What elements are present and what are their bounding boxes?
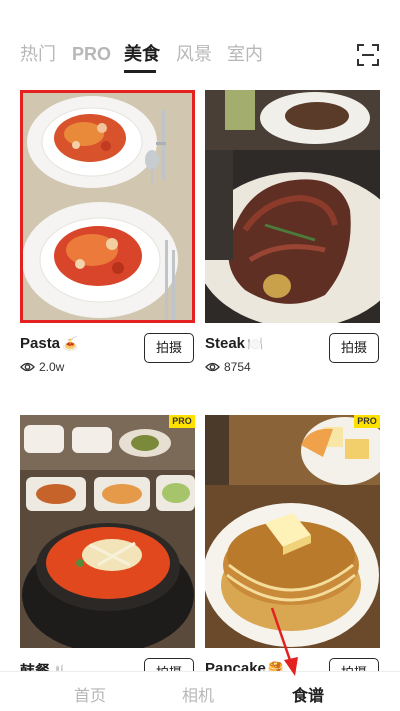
tab-pro[interactable]: PRO [72, 43, 111, 65]
tab-hot[interactable]: 热门 [20, 43, 56, 65]
nav-recipes[interactable]: 食谱 [292, 682, 324, 706]
category-tab-bar: 热门 PRO 美食 风景 室内 [0, 0, 400, 78]
recipe-card[interactable]: PRO Pancake🥞 拍摄 [205, 415, 380, 688]
recipe-title: Steak 🍽️ [205, 335, 264, 352]
tab-indoor[interactable]: 室内 [227, 43, 263, 65]
tab-food[interactable]: 美食 [124, 43, 160, 65]
pasta-emoji-icon: 🍝 [62, 336, 79, 351]
recipe-photo-korean[interactable] [20, 415, 195, 648]
recipe-photo-steak[interactable] [205, 90, 380, 323]
view-count: 8754 [205, 360, 251, 374]
eye-icon [205, 362, 220, 372]
shoot-button[interactable]: 拍摄 [144, 333, 194, 363]
nav-home[interactable]: 首页 [74, 682, 106, 706]
selection-highlight [20, 90, 195, 323]
recipe-card[interactable]: PRO 韩餐🍴 拍摄 [20, 415, 195, 688]
scan-frame-icon[interactable] [357, 44, 379, 66]
recipe-title: Pasta 🍝 [20, 335, 79, 352]
active-tab-indicator [124, 70, 156, 73]
shoot-button[interactable]: 拍摄 [329, 333, 379, 363]
pro-badge: PRO [169, 415, 195, 428]
recipe-card[interactable]: Pasta 🍝 2.0w 拍摄 [20, 90, 195, 380]
plate-emoji-icon: 🍽️ [247, 336, 264, 351]
tab-scenery[interactable]: 风景 [176, 43, 212, 65]
bottom-navigation: 首页 相机 食谱 [0, 671, 400, 711]
eye-icon [20, 362, 35, 372]
nav-camera[interactable]: 相机 [182, 682, 214, 706]
recipe-photo-pancake[interactable] [205, 415, 380, 648]
view-count: 2.0w [20, 360, 64, 374]
recipe-card[interactable]: Steak 🍽️ 8754 拍摄 [205, 90, 380, 380]
pro-badge: PRO [354, 415, 380, 428]
